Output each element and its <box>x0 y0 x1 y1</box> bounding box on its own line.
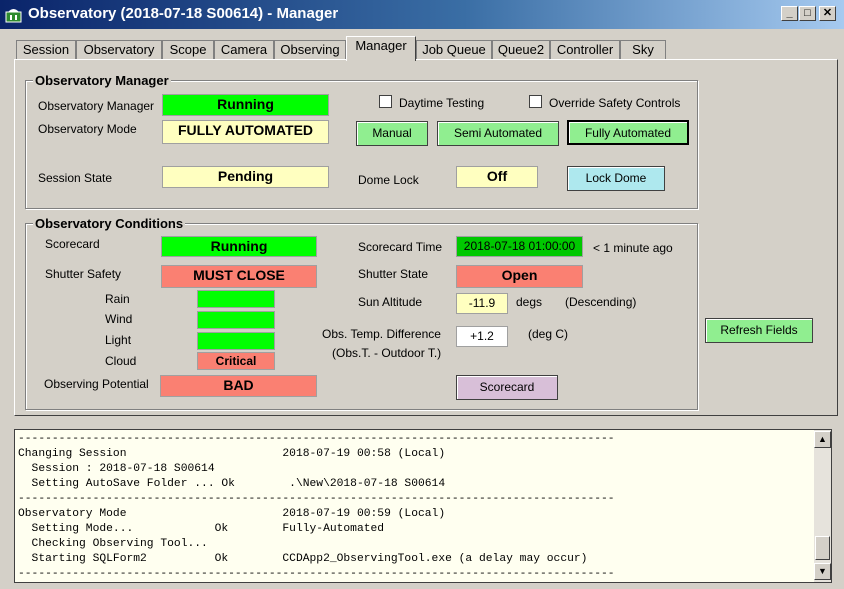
scorecard-time-ago: < 1 minute ago <box>593 241 673 255</box>
wind-indicator <box>197 311 275 329</box>
observing-potential-status: BAD <box>160 375 317 397</box>
mode-status: FULLY AUTOMATED <box>162 120 329 144</box>
close-button[interactable]: ✕ <box>819 6 836 21</box>
app-icon <box>5 9 22 23</box>
semi-automated-button[interactable]: Semi Automated <box>437 121 559 146</box>
tab-observatory[interactable]: Observatory <box>76 40 162 59</box>
shutter-safety-status: MUST CLOSE <box>161 265 317 288</box>
log-line: Observatory Mode 2018-07-19 00:59 (Local… <box>18 508 446 520</box>
tab-camera[interactable]: Camera <box>214 40 274 59</box>
shutter-state-label: Shutter State <box>358 267 429 281</box>
sun-altitude-unit: degs <box>516 295 543 309</box>
scorecard-status: Running <box>161 236 317 257</box>
log-line: Starting SQLForm2 Ok CCDApp2_ObservingTo… <box>18 553 588 565</box>
temp-difference-value: +1.2 <box>456 326 508 347</box>
scorecard-time-label: Scorecard Time <box>358 240 443 254</box>
sun-altitude-value: -11.9 <box>456 293 508 314</box>
tab-sky[interactable]: Sky <box>620 40 666 59</box>
log-line: ----------------------------------------… <box>18 493 615 505</box>
temp-difference-unit: (deg C) <box>528 327 569 341</box>
shutter-state-status: Open <box>456 265 583 288</box>
log-line: ----------------------------------------… <box>18 568 615 580</box>
daytime-testing-checkbox[interactable] <box>379 95 392 108</box>
tab-job-queue[interactable]: Job Queue <box>416 40 492 59</box>
temp-difference-label: Obs. Temp. Difference <box>322 327 441 341</box>
sun-altitude-label: Sun Altitude <box>358 295 423 309</box>
log-line: Setting AutoSave Folder ... Ok .\New\201… <box>18 478 446 490</box>
log-line: Setting Mode... Ok Fully-Automated <box>18 523 385 535</box>
log-line: Session : 2018-07-18 S00614 <box>18 463 215 475</box>
daytime-testing-label: Daytime Testing <box>399 96 485 110</box>
observatory-manager-group-title: Observatory Manager <box>33 73 171 88</box>
tab-manager[interactable]: Manager <box>346 36 416 61</box>
tab-scope[interactable]: Scope <box>162 40 214 59</box>
window-title: Observatory (2018-07-18 S00614) - Manage… <box>28 5 339 22</box>
observatory-conditions-group-title: Observatory Conditions <box>33 216 186 231</box>
override-safety-label: Override Safety Controls <box>549 96 681 110</box>
minimize-button[interactable]: _ <box>781 6 798 21</box>
cloud-label: Cloud <box>105 354 137 368</box>
cloud-status: Critical <box>197 352 275 370</box>
log-output[interactable]: ----------------------------------------… <box>14 429 832 583</box>
dome-lock-status: Off <box>456 166 538 188</box>
session-state-status: Pending <box>162 166 329 188</box>
maximize-button[interactable]: □ <box>799 6 816 21</box>
light-label: Light <box>105 333 132 347</box>
log-line: ----------------------------------------… <box>18 433 615 445</box>
tab-observing[interactable]: Observing <box>274 40 346 59</box>
rain-label: Rain <box>105 292 130 306</box>
manager-status: Running <box>162 94 329 116</box>
temp-difference-sublabel: (Obs.T. - Outdoor T.) <box>332 346 442 360</box>
log-line: Checking Observing Tool... <box>18 538 208 550</box>
scorecard-button[interactable]: Scorecard <box>456 375 558 400</box>
override-safety-checkbox[interactable] <box>529 95 542 108</box>
scroll-up-icon[interactable]: ▲ <box>814 431 831 448</box>
observing-potential-label: Observing Potential <box>44 377 149 391</box>
scroll-down-icon[interactable]: ▼ <box>814 563 831 580</box>
lock-dome-button[interactable]: Lock Dome <box>567 166 665 191</box>
tab-session[interactable]: Session <box>16 40 76 59</box>
light-indicator <box>197 332 275 350</box>
tab-controller[interactable]: Controller <box>550 40 620 59</box>
tab-queue2[interactable]: Queue2 <box>492 40 550 59</box>
session-state-label: Session State <box>38 171 113 185</box>
scroll-thumb[interactable] <box>815 536 830 560</box>
refresh-fields-button[interactable]: Refresh Fields <box>705 318 813 343</box>
fully-automated-button[interactable]: Fully Automated <box>567 120 689 145</box>
manual-button[interactable]: Manual <box>356 121 428 146</box>
mode-label: Observatory Mode <box>38 122 137 136</box>
scorecard-label: Scorecard <box>45 237 100 251</box>
sun-altitude-trend: (Descending) <box>565 295 637 309</box>
rain-indicator <box>197 290 275 308</box>
manager-label: Observatory Manager <box>38 99 155 113</box>
dome-lock-label: Dome Lock <box>358 173 419 187</box>
log-line: Changing Session 2018-07-19 00:58 (Local… <box>18 448 446 460</box>
scorecard-time-value: 2018-07-18 01:00:00 <box>456 236 583 257</box>
shutter-safety-label: Shutter Safety <box>45 267 122 281</box>
wind-label: Wind <box>105 312 133 326</box>
